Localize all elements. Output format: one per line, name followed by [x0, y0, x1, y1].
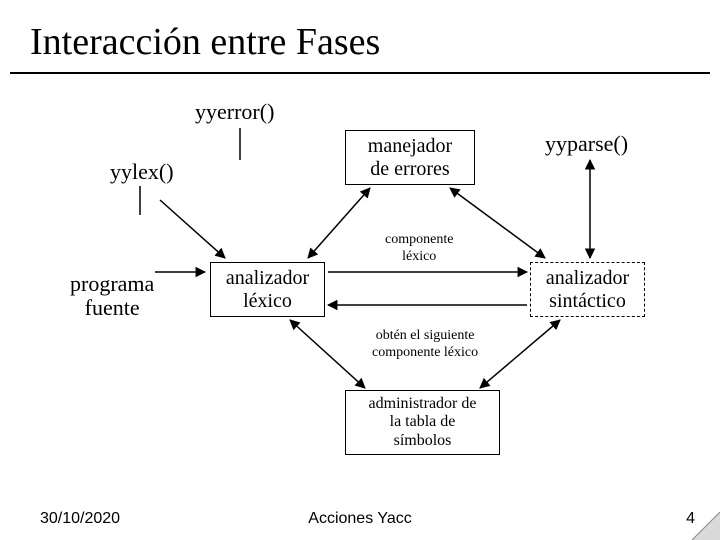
title-underline [10, 72, 710, 74]
label-obten-siguiente: obtén el siguiente componente léxico [372, 328, 478, 362]
footer-center: Acciones Yacc [308, 510, 411, 528]
slide-title: Interacción entre Fases [30, 20, 380, 64]
box-analizador-lexico: analizador léxico [210, 262, 325, 317]
label-componente-lexico: componente léxico [385, 232, 453, 266]
box-analizador-sintactico: analizador sintáctico [530, 262, 645, 317]
label-yyparse: yyparse() [545, 132, 628, 156]
box-manejador-errores: manejador de errores [345, 130, 475, 185]
label-yyerror: yyerror() [195, 100, 274, 124]
footer-date: 30/10/2020 [40, 510, 120, 528]
label-yylex: yylex() [110, 160, 174, 184]
box-administrador-tabla: administrador de la tabla de símbolos [345, 390, 500, 455]
page-curl-fold [692, 512, 720, 540]
label-programa-fuente: programa fuente [70, 272, 154, 320]
